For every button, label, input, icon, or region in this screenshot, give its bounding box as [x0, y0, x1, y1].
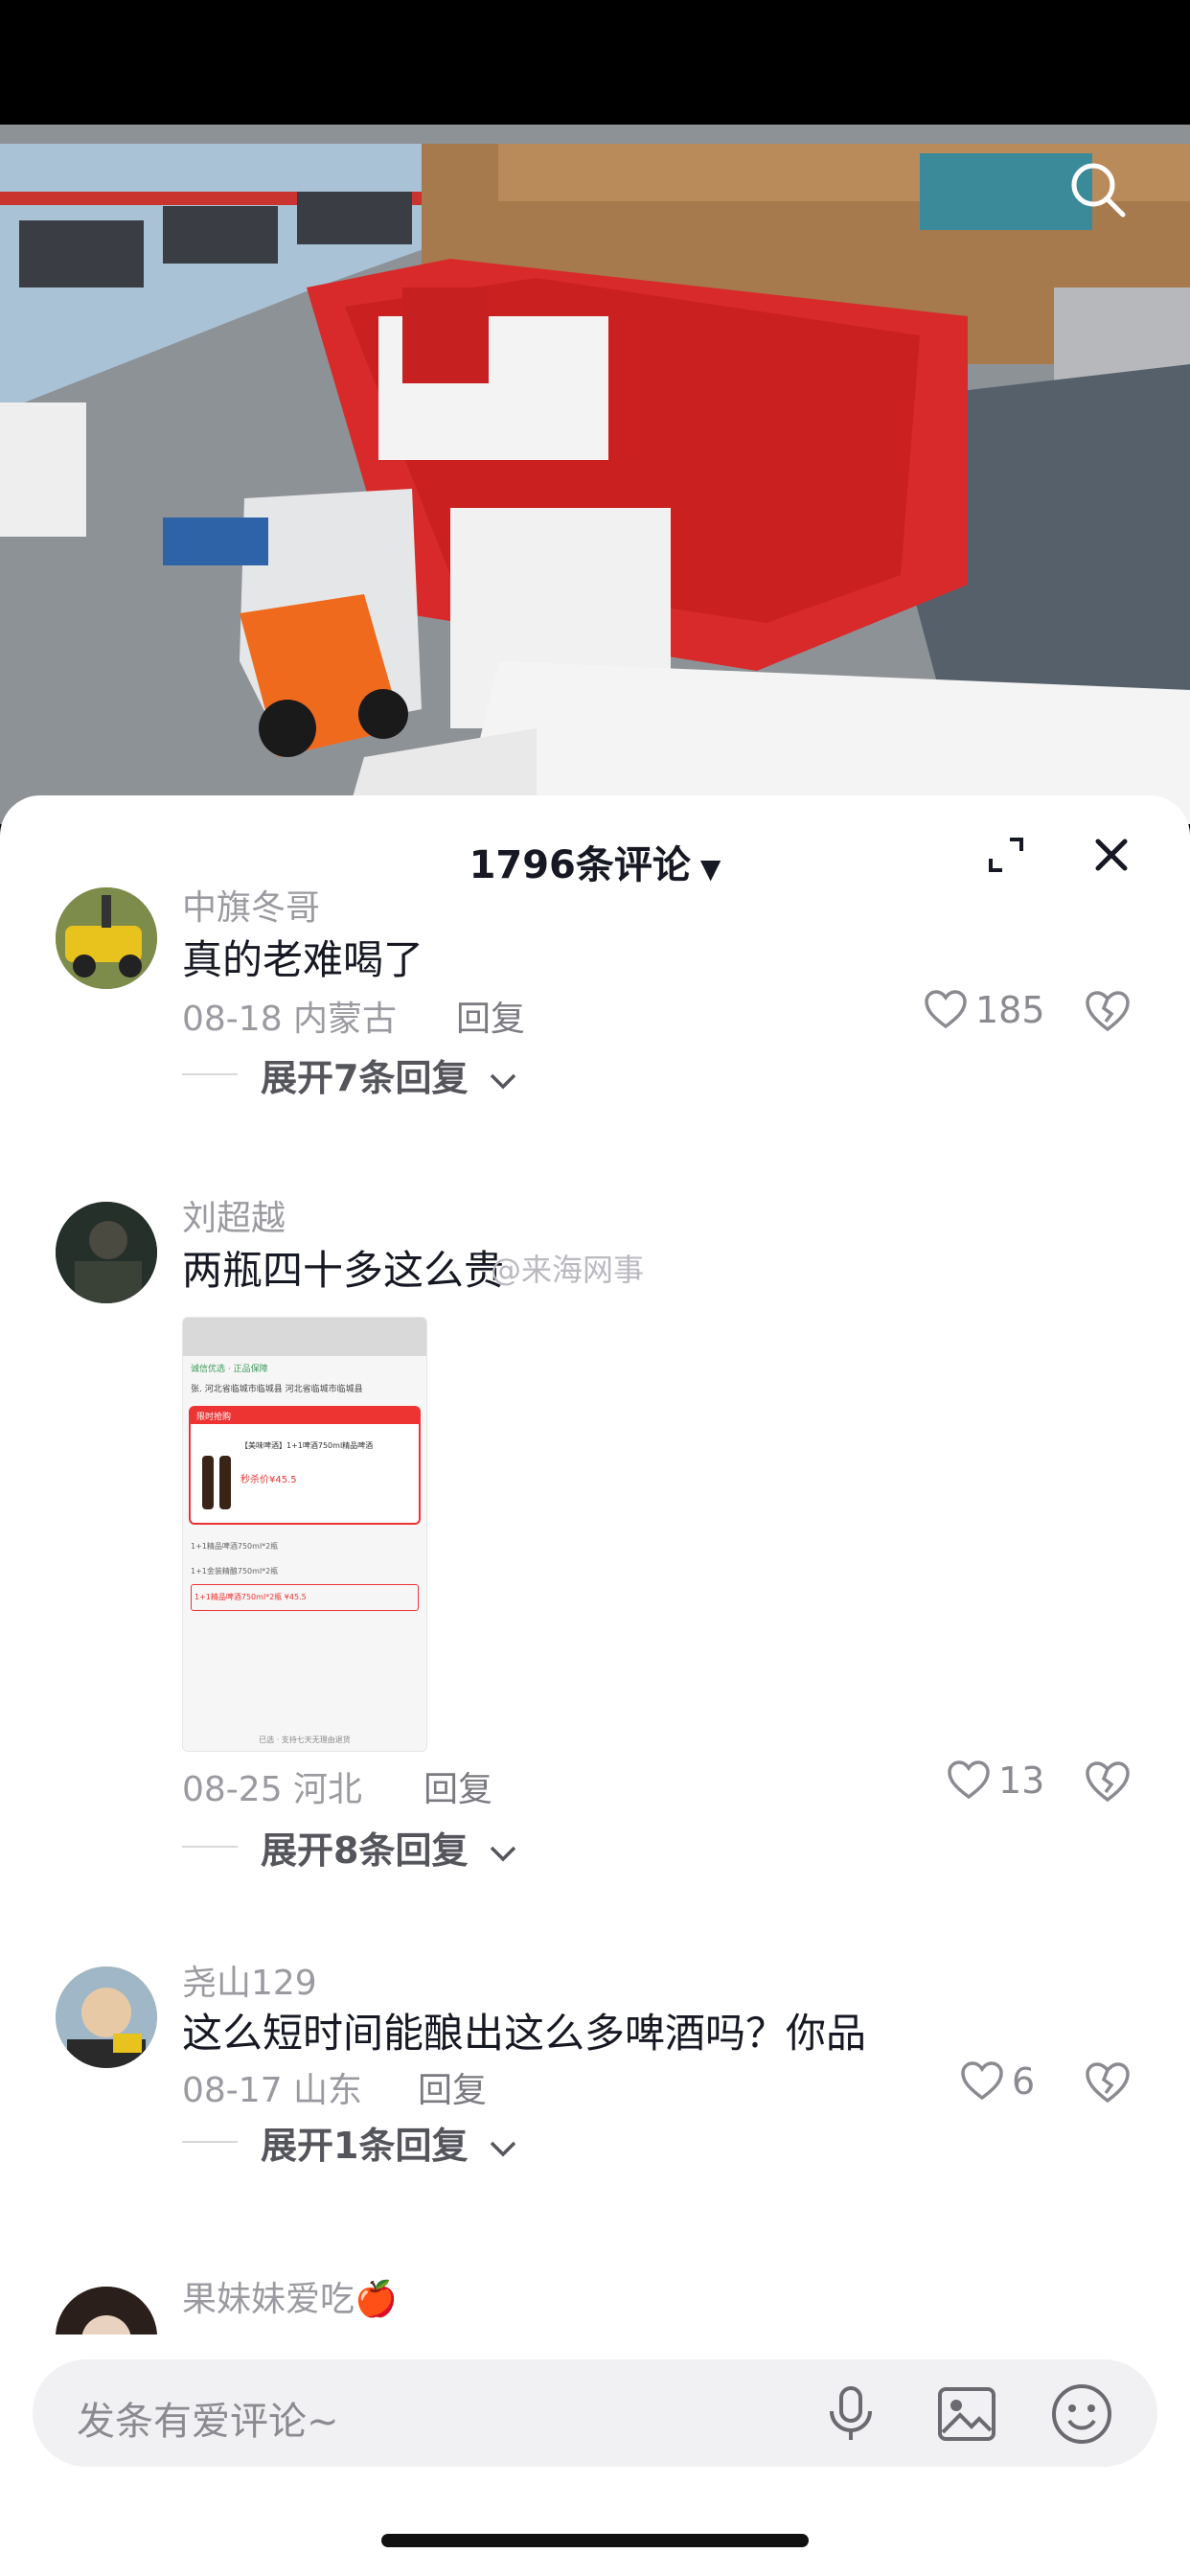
emoji-icon[interactable]	[1050, 2382, 1113, 2446]
comment-text: 这么短时间能酿出这么多啤酒吗？你品	[182, 2010, 867, 2057]
like-button[interactable]: 185	[924, 989, 1045, 1031]
image-footer: 已选 · 支持七天无理由退货	[259, 1736, 351, 1744]
avatar[interactable]	[56, 1966, 157, 2068]
video-frame	[0, 0, 1190, 824]
like-button[interactable]: 6	[960, 2060, 1035, 2103]
comment-username[interactable]: 果妹妹爱吃🍎	[182, 2271, 398, 2321]
product-title: 【美味啤酒】1+1啤酒750ml精品啤酒	[240, 1441, 374, 1450]
image-header	[183, 1318, 426, 1356]
expand-divider	[182, 2141, 238, 2143]
comment-sheet: 1796条评论 ▼ 中旗冬哥 真的老难喝了 08-18 内蒙古 回复 185 展开…	[0, 795, 1190, 2576]
comment-input-placeholder: 发条有爱评论~	[77, 2400, 339, 2444]
avatar[interactable]	[56, 1202, 157, 1303]
dislike-heart-icon[interactable]	[1085, 1760, 1131, 1806]
home-indicator[interactable]	[381, 2534, 809, 2547]
address-line: 张. 河北省临城市临城县 河北省临城市临城县	[191, 1385, 363, 1394]
expand-divider	[182, 1846, 238, 1848]
comment-image[interactable]: 诚信优选 · 正品保障 张. 河北省临城市临城县 河北省临城市临城县 限时抢购 …	[182, 1317, 427, 1752]
expand-replies-label: 展开8条回复	[261, 1829, 469, 1872]
option-item-selected: 1+1精品啤酒750ml*2瓶 ¥45.5	[191, 1584, 419, 1611]
search-icon[interactable]	[1067, 159, 1129, 220]
heart-icon	[925, 990, 967, 1029]
avatar[interactable]	[56, 887, 157, 989]
video-player[interactable]	[0, 0, 1190, 824]
comment-username[interactable]: 尧山129	[182, 1955, 317, 2005]
shop-line: 诚信优选 · 正品保障	[191, 1365, 268, 1374]
reply-button[interactable]: 回复	[418, 2062, 487, 2112]
comment-text: 两瓶四十多这么贵	[182, 1247, 505, 1294]
close-icon[interactable]	[1088, 832, 1134, 878]
dislike-heart-icon[interactable]	[1085, 2060, 1131, 2106]
chevron-down-icon	[490, 1846, 515, 1862]
like-button[interactable]: 13	[947, 1760, 1044, 1802]
watermark: @来海网事	[491, 1252, 645, 1288]
expand-divider	[182, 1073, 238, 1075]
like-count: 185	[975, 989, 1045, 1031]
option-list: 1+1精品啤酒750ml*2瓶 1+1金装精酿750ml*2瓶 1+1精品啤酒7…	[183, 1529, 426, 1617]
like-count: 13	[998, 1760, 1045, 1802]
comment-username[interactable]: 刘超越	[182, 1190, 286, 1240]
chevron-down-icon	[490, 1073, 515, 1090]
promo-badge: 限时抢购	[191, 1408, 419, 1424]
comment-input[interactable]: 发条有爱评论~	[33, 2359, 1157, 2467]
comment-date-location: 08-17 山东	[182, 2071, 363, 2110]
like-count: 6	[1012, 2060, 1036, 2103]
bottle-image	[202, 1456, 214, 1509]
chevron-down-icon	[490, 2141, 515, 2157]
sort-caret-icon: ▼	[699, 853, 721, 885]
expand-replies-label: 展开7条回复	[261, 1057, 469, 1099]
expand-icon[interactable]	[985, 834, 1027, 876]
comment-username[interactable]: 中旗冬哥	[182, 880, 320, 930]
comment-date-location: 08-18 内蒙古	[182, 1000, 398, 1039]
comment-text: 真的老难喝了	[182, 936, 424, 983]
option-item: 1+1精品啤酒750ml*2瓶	[191, 1542, 279, 1551]
comment-date-location: 08-25 河北	[182, 1770, 363, 1809]
bottle-image	[219, 1456, 231, 1509]
product-price: 秒杀价¥45.5	[240, 1475, 297, 1485]
expand-replies-label: 展开1条回复	[261, 2125, 469, 2167]
option-item: 1+1金装精酿750ml*2瓶	[191, 1567, 279, 1576]
expand-replies-button[interactable]: 展开7条回复	[261, 1048, 517, 1101]
reply-button[interactable]: 回复	[456, 991, 525, 1041]
microphone-icon[interactable]	[824, 2384, 878, 2444]
heart-icon	[961, 2061, 1003, 2101]
comment-count-label: 1796条评论	[469, 843, 691, 887]
reply-button[interactable]: 回复	[423, 1761, 492, 1811]
product-card: 限时抢购 【美味啤酒】1+1啤酒750ml精品啤酒 秒杀价¥45.5	[189, 1406, 421, 1525]
expand-replies-button[interactable]: 展开1条回复	[261, 2116, 517, 2169]
dislike-heart-icon[interactable]	[1085, 989, 1131, 1035]
image-icon[interactable]	[937, 2386, 996, 2442]
expand-replies-button[interactable]: 展开8条回复	[261, 1821, 517, 1874]
heart-icon	[948, 1760, 990, 1800]
